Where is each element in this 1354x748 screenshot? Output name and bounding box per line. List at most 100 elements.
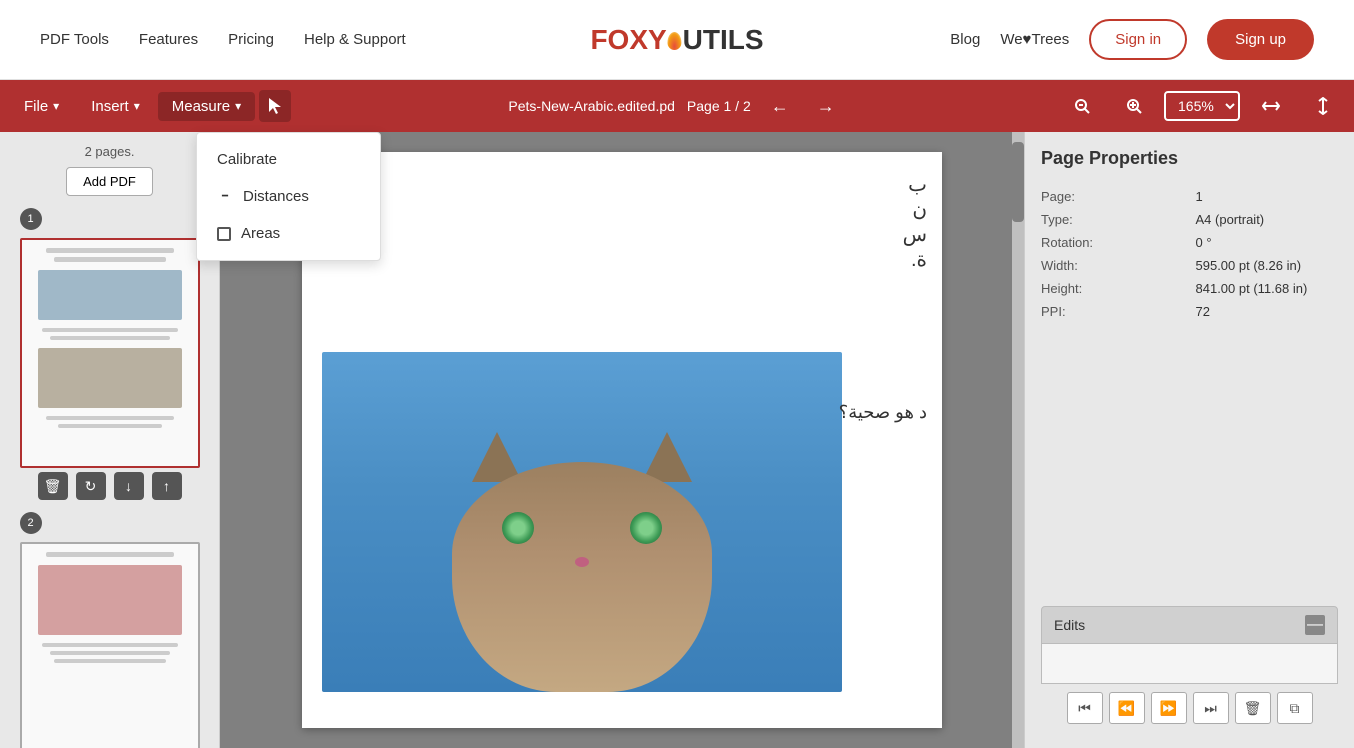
calibrate-label: Calibrate	[217, 151, 277, 168]
rotation-value: 0 °	[1196, 235, 1339, 250]
prev-page-button[interactable]: ←	[763, 94, 797, 119]
insert-menu-button[interactable]: Insert ▾	[77, 92, 154, 121]
zoom-select[interactable]: 165%	[1164, 91, 1240, 121]
pages-count: 2 pages.	[85, 144, 135, 159]
page-value: 1	[1196, 189, 1339, 204]
zoom-in-icon	[1126, 98, 1142, 114]
file-label: File	[24, 98, 48, 115]
rotate-page-button[interactable]: ↻	[76, 472, 106, 500]
signup-button[interactable]: Sign up	[1207, 19, 1314, 60]
right-panel: Page Properties Page: 1 Type: A4 (portra…	[1024, 132, 1354, 748]
cat-left-eye	[502, 512, 534, 544]
file-menu-button[interactable]: File ▾	[10, 92, 73, 121]
pdf-content: ب ن س ة.	[302, 152, 942, 728]
cat-background	[322, 352, 842, 692]
page-2-preview	[20, 542, 200, 748]
edits-collapse-button[interactable]: —	[1305, 615, 1325, 635]
add-pdf-button[interactable]: Add PDF	[66, 167, 153, 196]
page-2-badge: 2	[20, 512, 42, 534]
pdf-page: ب ن س ة.	[302, 152, 942, 728]
nav-blog[interactable]: Blog	[950, 31, 980, 48]
fit-page-icon	[1316, 97, 1330, 115]
top-navigation: PDF Tools Features Pricing Help & Suppor…	[0, 0, 1354, 80]
delete-page-button[interactable]: 🗑	[38, 472, 68, 500]
type-label: Type:	[1041, 212, 1184, 227]
zoom-out-button[interactable]	[1060, 92, 1104, 120]
calibrate-item[interactable]: Calibrate	[197, 141, 380, 178]
toolbar-right: 165%	[1060, 91, 1344, 121]
logo-utils: UTILS	[683, 24, 764, 55]
next-edit-button[interactable]: ⏩	[1151, 692, 1187, 724]
thumb2-text-4	[54, 659, 166, 663]
edits-header: Edits —	[1041, 606, 1338, 644]
thumb2-text-3	[50, 651, 170, 655]
pdf-scrollbar[interactable]	[1012, 132, 1024, 748]
page-2-thumbnail[interactable]: 2	[20, 512, 200, 748]
areas-item[interactable]: Areas	[197, 215, 380, 252]
thumb-text-4	[50, 336, 170, 340]
zoom-in-button[interactable]	[1112, 92, 1156, 120]
distances-icon: ━	[217, 189, 233, 205]
page-properties-title: Page Properties	[1041, 148, 1338, 169]
next-page-button[interactable]: →	[809, 94, 843, 119]
pages-sidebar: 2 pages. Add PDF 1 🗑	[0, 132, 220, 748]
toolbar-center: Pets-New-Arabic.edited.pd Page 1 / 2 ← →	[295, 94, 1056, 119]
pdf-scrollbar-thumb	[1012, 142, 1024, 222]
arabic-text-top: ب ن س ة.	[903, 172, 927, 272]
measure-chevron-icon: ▾	[235, 99, 241, 113]
prev-edit-button[interactable]: ⏪	[1109, 692, 1145, 724]
first-edit-button[interactable]: ⏮	[1067, 692, 1103, 724]
nav-features[interactable]: Features	[139, 31, 198, 48]
page-navigation: Page 1 / 2 ← →	[687, 94, 843, 119]
delete-edit-button[interactable]: 🗑	[1235, 692, 1271, 724]
cursor-tool-button[interactable]	[259, 90, 291, 122]
cat-image-area	[322, 352, 842, 692]
move-up-button[interactable]: ↑	[152, 472, 182, 500]
arabic-text-mid: د هو صحية؟	[839, 402, 927, 423]
thumb-1-content	[22, 240, 198, 466]
measure-menu-button[interactable]: Measure ▾	[158, 92, 255, 121]
fit-page-button[interactable]	[1302, 91, 1344, 121]
page-info: Page 1 / 2	[687, 98, 751, 114]
main-toolbar: File ▾ Insert ▾ Measure ▾ Pets-New-Arabi…	[0, 80, 1354, 132]
cat-figure	[442, 432, 722, 692]
thumb2-santa-image	[38, 565, 182, 635]
fit-width-icon	[1262, 99, 1280, 113]
edits-content	[1041, 644, 1338, 684]
move-down-button[interactable]: ↓	[114, 472, 144, 500]
nav-pricing[interactable]: Pricing	[228, 31, 274, 48]
thumb-1-actions: 🗑 ↻ ↓ ↑	[20, 472, 200, 500]
fit-width-button[interactable]	[1248, 93, 1294, 119]
logo-fire-icon	[668, 32, 682, 50]
nav-we-trees[interactable]: We♥Trees	[1000, 31, 1069, 48]
copy-edit-button[interactable]: ⧉	[1277, 692, 1313, 724]
nav-pdf-tools[interactable]: PDF Tools	[40, 31, 109, 48]
page-1-badge: 1	[20, 208, 42, 230]
distances-item[interactable]: ━ Distances	[197, 178, 380, 215]
distances-label: Distances	[243, 188, 309, 205]
thumb-cat-image	[38, 270, 182, 320]
ppi-label: PPI:	[1041, 304, 1184, 319]
cat-nose	[575, 557, 589, 567]
cat-head	[452, 462, 712, 692]
thumb-text-2	[54, 257, 166, 262]
thumb2-text-1	[46, 552, 174, 557]
thumb-text-1	[46, 248, 174, 253]
rotation-label: Rotation:	[1041, 235, 1184, 250]
insert-chevron-icon: ▾	[134, 99, 140, 113]
page-label: Page:	[1041, 189, 1184, 204]
last-edit-button[interactable]: ⏭	[1193, 692, 1229, 724]
thumb-text-5	[46, 416, 174, 420]
thumb-2-content	[22, 544, 198, 748]
signin-button[interactable]: Sign in	[1089, 19, 1187, 60]
nav-help-support[interactable]: Help & Support	[304, 31, 406, 48]
width-label: Width:	[1041, 258, 1184, 273]
properties-grid: Page: 1 Type: A4 (portrait) Rotation: 0 …	[1041, 189, 1338, 319]
type-value: A4 (portrait)	[1196, 212, 1339, 227]
thumb2-text-2	[42, 643, 178, 647]
edits-controls: ⏮ ⏪ ⏩ ⏭ 🗑 ⧉	[1041, 684, 1338, 732]
thumb-text-6	[58, 424, 162, 428]
page-1-thumbnail[interactable]: 1 🗑 ↻ ↓ ↑	[20, 208, 200, 500]
height-label: Height:	[1041, 281, 1184, 296]
site-logo[interactable]: FOXYUTILS	[590, 24, 763, 56]
